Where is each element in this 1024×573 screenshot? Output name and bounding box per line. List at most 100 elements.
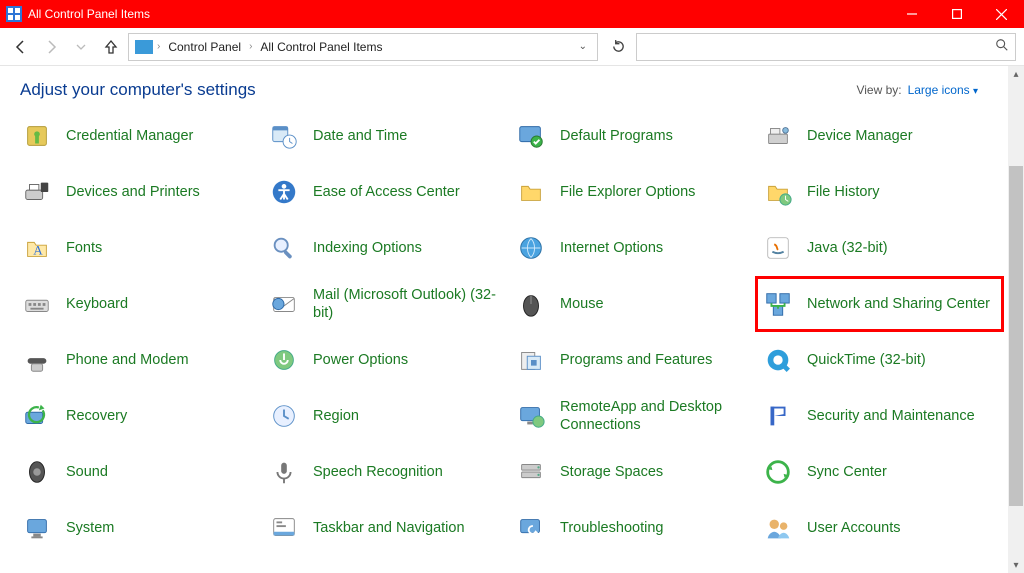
scroll-up-arrow-icon[interactable]: ▴ [1008, 66, 1024, 82]
cp-item-label: Indexing Options [313, 239, 422, 257]
chevron-down-icon: ▾ [973, 86, 978, 97]
cp-item-devicemgr[interactable]: Device Manager [761, 114, 998, 158]
cp-item-label: Keyboard [66, 295, 128, 313]
cp-item-region[interactable]: Region [267, 394, 504, 438]
refresh-button[interactable] [604, 33, 632, 61]
cp-item-label: Default Programs [560, 127, 673, 145]
trouble-icon [514, 511, 548, 545]
close-button[interactable] [979, 0, 1024, 28]
back-button[interactable] [8, 34, 34, 60]
cp-item-storage[interactable]: Storage Spaces [514, 450, 751, 494]
cp-item-network[interactable]: Network and Sharing Center [761, 282, 998, 326]
cp-item-mail[interactable]: Mail (Microsoft Outlook) (32-bit) [267, 282, 504, 326]
scroll-down-arrow-icon[interactable]: ▾ [1008, 557, 1024, 573]
cp-item-taskbar[interactable]: Taskbar and Navigation [267, 506, 504, 550]
search-input[interactable] [643, 39, 995, 55]
java-icon [761, 231, 795, 265]
cp-item-keyboard[interactable]: Keyboard [20, 282, 257, 326]
cp-item-label: User Accounts [807, 519, 901, 537]
cp-item-credential[interactable]: Credential Manager [20, 114, 257, 158]
keyboard-icon [20, 287, 54, 321]
up-button[interactable] [98, 34, 124, 60]
cp-item-users[interactable]: User Accounts [761, 506, 998, 550]
breadcrumb-sep-icon: › [249, 41, 252, 52]
items-grid: Credential Manager Date and Time Default P… [20, 114, 1008, 573]
indexing-icon [267, 231, 301, 265]
quicktime-icon [761, 343, 795, 377]
programs-icon [514, 343, 548, 377]
forward-button[interactable] [38, 34, 64, 60]
cp-item-devprint[interactable]: Devices and Printers [20, 170, 257, 214]
scrollbar[interactable]: ▴ ▾ [1008, 66, 1024, 573]
view-by-value[interactable]: Large icons ▾ [908, 83, 978, 97]
page-heading: Adjust your computer's settings [20, 80, 256, 100]
cp-item-programs[interactable]: Programs and Features [514, 338, 751, 382]
cp-item-internet[interactable]: Internet Options [514, 226, 751, 270]
title-bar: All Control Panel Items [0, 0, 1024, 28]
cp-item-power[interactable]: Power Options [267, 338, 504, 382]
address-bar[interactable]: › Control Panel › All Control Panel Item… [128, 33, 598, 61]
speech-icon [267, 455, 301, 489]
cp-item-sync[interactable]: Sync Center [761, 450, 998, 494]
window-buttons [889, 0, 1024, 28]
users-icon [761, 511, 795, 545]
minimize-button[interactable] [889, 0, 934, 28]
search-icon [995, 38, 1009, 55]
devicemgr-icon [761, 119, 795, 153]
cp-item-indexing[interactable]: Indexing Options [267, 226, 504, 270]
cp-item-system[interactable]: System [20, 506, 257, 550]
scroll-thumb[interactable] [1009, 166, 1023, 506]
cp-item-label: Fonts [66, 239, 102, 257]
cp-item-label: Ease of Access Center [313, 183, 460, 201]
address-dropdown-icon[interactable]: ⌄ [575, 41, 591, 52]
cp-item-datetime[interactable]: Date and Time [267, 114, 504, 158]
breadcrumb-seg-2[interactable]: All Control Panel Items [256, 38, 386, 56]
maximize-button[interactable] [934, 0, 979, 28]
remoteapp-icon [514, 399, 548, 433]
cp-item-phone[interactable]: Phone and Modem [20, 338, 257, 382]
cp-item-trouble[interactable]: Troubleshooting [514, 506, 751, 550]
cp-item-label: Power Options [313, 351, 408, 369]
cp-item-fileexp[interactable]: File Explorer Options [514, 170, 751, 214]
credential-icon [20, 119, 54, 153]
cp-item-label: Phone and Modem [66, 351, 189, 369]
cp-item-label: Region [313, 407, 359, 425]
cp-item-workfolders[interactable]: Work Folders [267, 562, 504, 573]
cp-item-label: Recovery [66, 407, 127, 425]
cp-item-label: File Explorer Options [560, 183, 695, 201]
svg-text:A: A [33, 243, 43, 258]
recent-dropdown-button[interactable] [68, 34, 94, 60]
security-icon [761, 399, 795, 433]
workfolders-icon [267, 567, 301, 573]
cp-item-label: Security and Maintenance [807, 407, 975, 425]
cp-item-recovery[interactable]: Recovery [20, 394, 257, 438]
internet-icon [514, 231, 548, 265]
ease-icon [267, 175, 301, 209]
cp-item-label: Credential Manager [66, 127, 193, 145]
app-icon [6, 6, 22, 22]
filehist-icon [761, 175, 795, 209]
cp-item-quicktime[interactable]: QuickTime (32-bit) [761, 338, 998, 382]
view-by-label: View by: [856, 83, 901, 97]
cp-item-fonts[interactable]: A Fonts [20, 226, 257, 270]
cp-item-mouse[interactable]: Mouse [514, 282, 751, 326]
cp-item-label: Taskbar and Navigation [313, 519, 465, 537]
view-by-control: View by: Large icons ▾ [856, 83, 978, 97]
cp-item-firewall[interactable]: Windows Defender Firewall [20, 562, 257, 573]
cp-item-label: Speech Recognition [313, 463, 443, 481]
cp-item-security[interactable]: Security and Maintenance [761, 394, 998, 438]
cp-item-filehist[interactable]: File History [761, 170, 998, 214]
devprint-icon [20, 175, 54, 209]
window-title: All Control Panel Items [28, 7, 889, 21]
cp-item-ease[interactable]: Ease of Access Center [267, 170, 504, 214]
fileexp-icon [514, 175, 548, 209]
cp-item-remoteapp[interactable]: RemoteApp and Desktop Connections [514, 394, 751, 438]
search-box[interactable] [636, 33, 1016, 61]
firewall-icon [20, 567, 54, 573]
cp-item-sound[interactable]: Sound [20, 450, 257, 494]
fonts-icon: A [20, 231, 54, 265]
breadcrumb-seg-1[interactable]: Control Panel [164, 38, 245, 56]
cp-item-defaultprog[interactable]: Default Programs [514, 114, 751, 158]
cp-item-speech[interactable]: Speech Recognition [267, 450, 504, 494]
cp-item-java[interactable]: Java (32-bit) [761, 226, 998, 270]
